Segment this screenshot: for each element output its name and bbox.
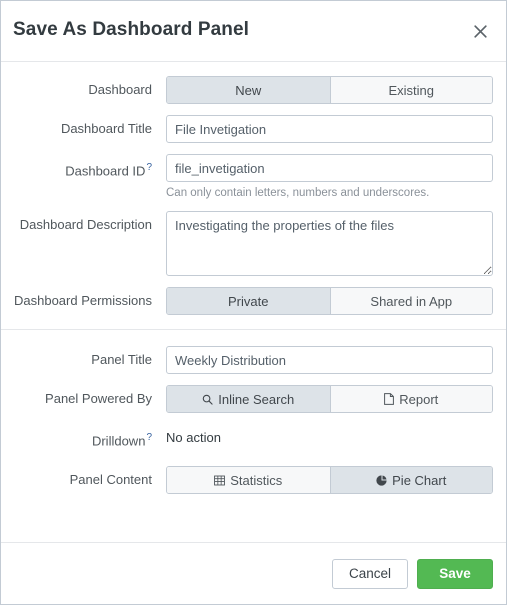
search-icon: [202, 394, 213, 405]
help-icon-dashboard-id[interactable]: ?: [146, 162, 152, 173]
label-dashboard-id: Dashboard ID?: [13, 154, 166, 185]
save-as-dashboard-panel-dialog: Save As Dashboard Panel Dashboard New Ex…: [0, 0, 507, 605]
save-button[interactable]: Save: [417, 558, 493, 589]
panel-content-toggle-group[interactable]: Statistics Pie Chart: [166, 466, 493, 495]
permissions-option-private-label: Private: [228, 293, 269, 309]
panel-content-option-pie-chart-label: Pie Chart: [392, 472, 447, 488]
dialog-title: Save As Dashboard Panel: [13, 19, 250, 40]
label-dashboard-id-text: Dashboard ID: [65, 163, 146, 179]
label-drilldown-text: Drilldown: [91, 433, 146, 449]
field-row-dashboard-title: Dashboard Title: [1, 115, 506, 143]
close-icon[interactable]: [468, 19, 492, 43]
dashboard-option-new[interactable]: New: [167, 77, 330, 103]
panel-title-input[interactable]: [166, 346, 493, 374]
powered-by-option-inline-search-label: Inline Search: [218, 391, 295, 407]
document-icon: [384, 393, 395, 405]
label-dashboard-title: Dashboard Title: [60, 121, 152, 136]
dialog-header: Save As Dashboard Panel: [1, 1, 506, 62]
dashboard-title-input[interactable]: [166, 115, 493, 143]
field-row-panel-title: Panel Title: [1, 346, 506, 374]
powered-by-option-inline-search[interactable]: Inline Search: [167, 386, 330, 412]
field-row-dashboard-permissions: Dashboard Permissions Private Shared in …: [1, 287, 506, 315]
field-row-dashboard-description: Dashboard Description: [1, 211, 506, 276]
permissions-option-shared-in-app-label: Shared in App: [370, 293, 453, 309]
dashboard-option-existing[interactable]: Existing: [329, 77, 492, 103]
dashboard-permissions-toggle-group[interactable]: Private Shared in App: [166, 287, 493, 315]
cancel-button[interactable]: Cancel: [332, 558, 408, 589]
permissions-option-shared-in-app[interactable]: Shared in App: [329, 288, 492, 314]
panel-content-option-pie-chart[interactable]: Pie Chart: [329, 467, 492, 494]
drilldown-value[interactable]: No action: [166, 424, 493, 452]
dashboard-description-textarea[interactable]: [166, 211, 493, 276]
powered-by-option-report[interactable]: Report: [329, 386, 492, 412]
dashboard-toggle-group[interactable]: New Existing: [166, 76, 493, 104]
label-dashboard-permissions: Dashboard Permissions: [13, 293, 152, 308]
label-panel-content: Panel Content: [69, 472, 152, 488]
label-dashboard: Dashboard: [88, 82, 152, 97]
dashboard-section: Dashboard New Existing Dashboard Title F…: [1, 76, 506, 315]
field-row-panel-content: Panel Content Statistics Pie Chart: [1, 466, 506, 495]
section-divider: [1, 329, 506, 330]
field-row-dashboard-id: Dashboard ID? Can only contain letters, …: [1, 154, 506, 200]
panel-powered-by-toggle-group[interactable]: Inline Search Report: [166, 385, 493, 413]
table-icon: [214, 475, 226, 486]
dashboard-option-existing-label: Existing: [388, 82, 435, 98]
dialog-footer: Cancel Save: [1, 542, 506, 604]
label-panel-powered-by: Panel Powered By: [45, 391, 152, 406]
help-icon-drilldown[interactable]: ?: [146, 432, 152, 443]
dialog-body: Dashboard New Existing Dashboard Title F…: [1, 62, 506, 542]
field-row-drilldown: Drilldown? No action: [1, 424, 506, 455]
panel-section: Panel Title Panel Powered By: [1, 346, 506, 495]
field-row-dashboard: Dashboard New Existing: [1, 76, 506, 104]
label-panel-title: Panel Title: [91, 352, 152, 367]
pie-chart-icon: [376, 475, 387, 486]
label-drilldown: Drilldown?: [13, 424, 166, 455]
permissions-option-private[interactable]: Private: [167, 288, 330, 314]
dashboard-option-new-label: New: [235, 82, 262, 98]
panel-content-option-statistics[interactable]: Statistics: [167, 467, 330, 494]
dashboard-id-hint: Can only contain letters, numbers and un…: [166, 187, 430, 199]
panel-content-option-statistics-label: Statistics: [230, 472, 283, 488]
dashboard-id-input[interactable]: [166, 154, 493, 182]
label-dashboard-description: Dashboard Description: [19, 217, 152, 232]
powered-by-option-report-label: Report: [399, 391, 439, 407]
field-row-panel-powered-by: Panel Powered By Inline Search Report: [1, 385, 506, 413]
